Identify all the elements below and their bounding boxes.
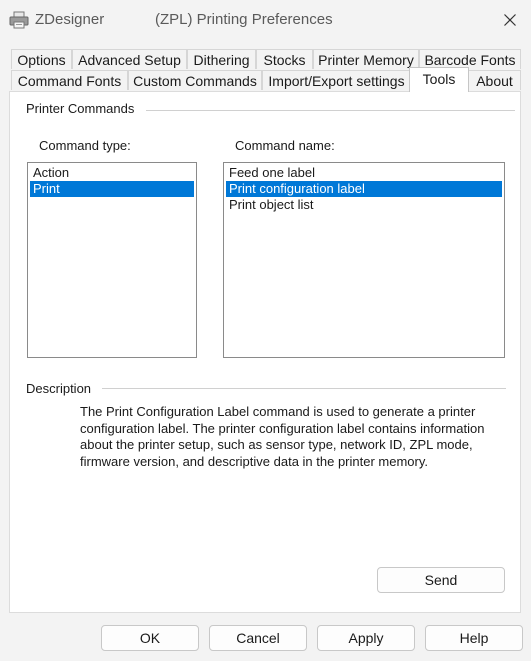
close-icon xyxy=(504,14,516,26)
tab-custom-commands[interactable]: Custom Commands xyxy=(128,70,262,90)
tab-dithering[interactable]: Dithering xyxy=(187,49,256,69)
tab-import-export-settings[interactable]: Import/Export settings xyxy=(262,70,411,90)
tab-advanced-setup[interactable]: Advanced Setup xyxy=(72,49,187,69)
ok-button[interactable]: OK xyxy=(101,625,199,651)
description-text: The Print Configuration Label command is… xyxy=(80,404,485,469)
description-divider xyxy=(102,388,506,389)
tab-command-fonts[interactable]: Command Fonts xyxy=(11,70,128,90)
title-bar: ZDesigner (ZPL) Printing Preferences xyxy=(0,0,531,40)
send-button[interactable]: Send xyxy=(377,567,505,593)
command-name-list[interactable]: Feed one label Print configuration label… xyxy=(223,162,505,358)
window-title: (ZPL) Printing Preferences xyxy=(155,11,333,28)
tab-barcode-fonts[interactable]: Barcode Fonts xyxy=(419,49,521,69)
description-group-title: Description xyxy=(26,381,98,396)
tools-tab-panel: Printer Commands Command type: Command n… xyxy=(9,91,521,613)
tab-printer-memory[interactable]: Printer Memory xyxy=(313,49,419,69)
list-item[interactable]: Print object list xyxy=(226,197,502,213)
command-type-list[interactable]: Action Print xyxy=(27,162,197,358)
help-button[interactable]: Help xyxy=(425,625,523,651)
printer-icon xyxy=(9,11,29,29)
tab-about[interactable]: About xyxy=(468,70,521,90)
tab-options[interactable]: Options xyxy=(11,49,72,69)
list-item[interactable]: Print xyxy=(30,181,194,197)
command-name-label: Command name: xyxy=(235,138,335,153)
apply-button[interactable]: Apply xyxy=(317,625,415,651)
list-item[interactable]: Feed one label xyxy=(226,165,502,181)
list-item[interactable]: Action xyxy=(30,165,194,181)
window-app-name: ZDesigner xyxy=(35,11,105,28)
command-type-label: Command type: xyxy=(39,138,131,153)
printer-commands-divider xyxy=(146,110,515,111)
cancel-button[interactable]: Cancel xyxy=(209,625,307,651)
close-button[interactable] xyxy=(496,8,524,32)
printer-commands-group-title: Printer Commands xyxy=(26,101,141,116)
tab-stocks[interactable]: Stocks xyxy=(256,49,313,69)
tab-tools[interactable]: Tools xyxy=(409,67,469,92)
list-item[interactable]: Print configuration label xyxy=(226,181,502,197)
